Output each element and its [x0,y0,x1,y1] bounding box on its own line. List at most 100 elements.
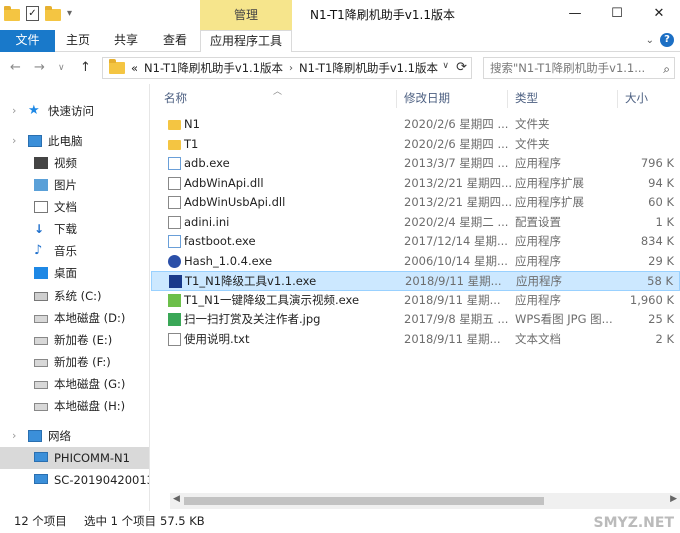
sidebar-item[interactable]: › 此电脑 [0,130,149,152]
search-input[interactable]: 搜索"N1-T1降刷机助手v1.1... ⌕ [483,57,675,79]
properties-icon[interactable]: ✓ [26,6,39,21]
file-type: 文件夹 [515,136,550,151]
tab-share[interactable]: 共享 [114,30,138,52]
expand-chevron-icon[interactable]: › [12,100,16,122]
column-divider[interactable] [617,90,618,108]
file-size: 2 K [655,331,674,346]
customize-qat-icon[interactable]: ▾ [67,8,72,19]
minimize-button[interactable]: — [560,0,590,30]
file-row[interactable]: 使用说明.txt 2018/9/11 星期... 文本文档 2 K [151,330,680,350]
ribbon-controls: ⌄ ? [646,33,674,47]
sidebar-item[interactable]: SC-201904200132 [0,469,149,491]
expand-ribbon-icon[interactable]: ⌄ [646,35,654,46]
file-type: 应用程序 [516,274,562,288]
sidebar-item[interactable]: 本地磁盘 (G:) [0,373,149,395]
sidebar-item-label: 图片 [54,178,77,192]
file-name: fastboot.exe [184,234,256,248]
scrollbar-thumb[interactable] [184,497,544,505]
file-size: 25 K [648,312,674,326]
tab-view[interactable]: 查看 [163,30,187,52]
expand-chevron-icon[interactable]: › [12,130,16,152]
sidebar-item[interactable]: ↓ 下载 [0,218,149,240]
file-row[interactable]: AdbWinUsbApi.dll 2013/2/21 星期四... 应用程序扩展 60… [151,193,680,213]
sidebar-item[interactable]: › ★ 快速访问 [0,100,149,122]
sidebar-item[interactable]: 本地磁盘 (H:) [0,395,149,417]
quick-access-toolbar: ✓ ▾ [4,5,72,21]
item-count: 12 个项目 [14,514,67,528]
breadcrumb-item[interactable]: N1-T1降刷机助手v1.1版本 [144,60,283,76]
tab-home[interactable]: 主页 [66,30,90,52]
breadcrumb-overflow[interactable]: « [131,61,138,75]
expand-chevron-icon[interactable]: › [12,425,16,447]
sidebar-item[interactable]: 图片 [0,174,149,196]
file-row[interactable]: T1 2020/2/6 星期四 ... 文件夹 [151,135,680,155]
folder-icon[interactable] [4,5,20,21]
sidebar-item[interactable]: 新加卷 (F:) [0,351,149,373]
file-row[interactable]: 扫一扫打赏及关注作者.jpg 2017/9/8 星期五 ... WPS看图 JPG … [151,310,680,330]
forward-arrow-icon[interactable]: → [34,60,45,75]
tab-manage[interactable]: 管理 [200,0,292,30]
sidebar-item[interactable]: › 网络 [0,425,149,447]
file-name: AdbWinApi.dll [184,175,264,190]
file-row[interactable]: Hash_1.0.4.exe 2006/10/14 星期... 应用程序 29 K [151,252,680,272]
drive-icon [34,403,48,411]
column-divider[interactable] [507,90,508,108]
refresh-icon[interactable]: ⟳ [456,60,467,75]
sidebar-item-label: 本地磁盘 (H:) [54,399,126,413]
back-arrow-icon[interactable]: ← [10,60,21,75]
column-divider[interactable] [396,90,397,108]
exe-icon [168,157,181,170]
exe-icon [168,235,181,248]
column-header-date[interactable]: 修改日期 [404,84,450,112]
column-header-size[interactable]: 大小 [625,84,648,112]
recent-dropdown-icon[interactable]: ∨ [58,63,65,73]
selection-count: 选中 1 个项目 [84,514,157,528]
file-date: 2006/10/14 星期... [404,253,508,268]
hash-icon [168,254,181,268]
file-date: 2017/12/14 星期... [404,234,508,248]
tab-file[interactable]: 文件 [0,30,55,52]
sidebar-item[interactable]: PHICOMM-N1 [0,447,149,469]
search-placeholder: 搜索"N1-T1降刷机助手v1.1... [490,61,646,75]
window-title: N1-T1降刷机助手v1.1版本 [310,8,455,22]
tab-app-tools[interactable]: 应用程序工具 [200,30,292,53]
sidebar-item[interactable]: 系统 (C:) [0,285,149,307]
search-icon[interactable]: ⌕ [663,59,670,78]
sidebar-item[interactable]: 新加卷 (E:) [0,329,149,351]
help-icon[interactable]: ? [660,33,674,47]
file-row[interactable]: N1 2020/2/6 星期四 ... 文件夹 [151,115,680,135]
file-row[interactable]: adb.exe 2013/3/7 星期四 ... 应用程序 796 K [151,154,680,174]
computer-icon [34,452,48,462]
column-header-name[interactable]: 名称 [164,84,187,112]
up-arrow-icon[interactable]: ↑ [80,60,91,75]
sidebar-item[interactable]: 视频 [0,152,149,174]
scroll-right-icon[interactable]: ▶ [670,494,677,504]
file-size: 60 K [648,195,674,209]
scroll-left-icon[interactable]: ◀ [173,494,180,504]
file-date: 2018/9/11 星期... [404,292,501,307]
horizontal-scrollbar[interactable]: ◀ ▶ [170,493,680,509]
file-row[interactable]: AdbWinApi.dll 2013/2/21 星期四... 应用程序扩展 94 K [151,174,680,194]
new-folder-icon[interactable] [45,5,61,21]
sidebar-item-label: 文档 [54,200,77,214]
sidebar-item[interactable]: 本地磁盘 (D:) [0,307,149,329]
file-row[interactable]: T1_N1一键降级工具演示视频.exe 2018/9/11 星期... 应用程序 1,… [151,291,680,311]
breadcrumb-item[interactable]: N1-T1降刷机助手v1.1版本 [299,60,438,76]
sidebar-item[interactable]: 桌面 [0,262,149,284]
sidebar-item[interactable]: 文档 [0,196,149,218]
address-dropdown-icon[interactable]: ∨ [442,61,449,71]
column-header-type[interactable]: 类型 [515,84,538,112]
file-type: 应用程序 [515,156,561,170]
address-bar[interactable]: « N1-T1降刷机助手v1.1版本 › N1-T1降刷机助手v1.1版本 ∨ … [102,57,472,79]
desktop-icon [34,267,48,279]
sidebar-item[interactable]: ♪ 音乐 [0,240,149,262]
file-row[interactable]: fastboot.exe 2017/12/14 星期... 应用程序 834 K [151,232,680,252]
file-row[interactable]: adini.ini 2020/2/4 星期二 ... 配置设置 1 K [151,213,680,233]
maximize-button[interactable]: ☐ [602,0,632,30]
breadcrumb-separator-icon[interactable]: › [289,63,293,74]
close-button[interactable]: ✕ [644,0,674,30]
file-name: adini.ini [184,214,230,229]
file-row[interactable]: T1_N1降级工具v1.1.exe 2018/9/11 星期... 应用程序 58 K [151,271,680,291]
folder-icon [168,139,181,150]
sidebar-item-label: PHICOMM-N1 [54,451,130,465]
